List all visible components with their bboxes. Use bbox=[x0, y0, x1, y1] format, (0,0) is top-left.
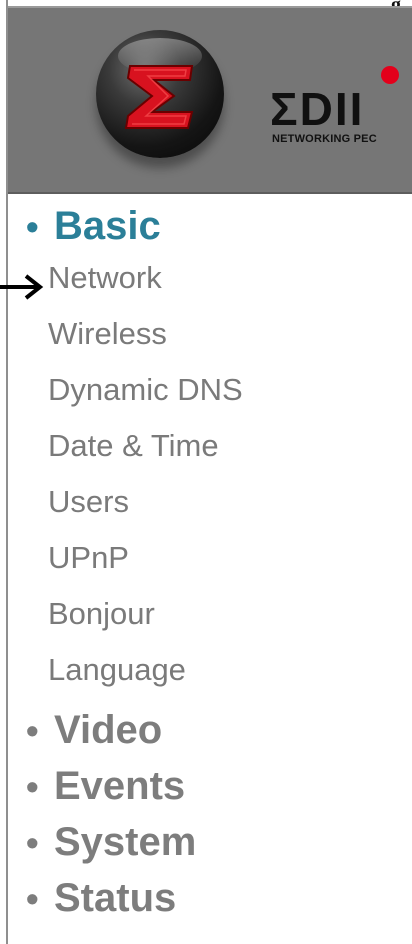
menu-item-wireless[interactable]: Wireless bbox=[48, 318, 167, 349]
menu-section-label: Status bbox=[54, 876, 177, 920]
side-menu: • Basic Network Wireless Dynamic DNS Date… bbox=[8, 196, 412, 944]
menu-section-label: Basic bbox=[54, 204, 161, 248]
bullet-icon: • bbox=[26, 822, 39, 863]
menu-section-label: Video bbox=[54, 708, 163, 752]
menu-section-label: Events bbox=[54, 764, 186, 808]
brand-red-dot bbox=[381, 66, 399, 84]
menu-item-dynamic-dns[interactable]: Dynamic DNS bbox=[48, 374, 243, 405]
menu-item-users[interactable]: Users bbox=[48, 486, 129, 517]
bullet-icon: • bbox=[26, 206, 39, 247]
bullet-icon: • bbox=[26, 766, 39, 807]
edimax-sigma-sphere-icon[interactable] bbox=[96, 30, 224, 158]
brand-banner: ΣDII NETWORKING PEC bbox=[8, 8, 412, 194]
menu-item-network[interactable]: Network bbox=[48, 262, 162, 293]
menu-section-events[interactable]: • Events bbox=[26, 766, 185, 806]
menu-item-upnp[interactable]: UPnP bbox=[48, 542, 129, 573]
menu-item-date-time[interactable]: Date & Time bbox=[48, 430, 219, 461]
menu-item-bonjour[interactable]: Bonjour bbox=[48, 598, 155, 629]
menu-section-system[interactable]: • System bbox=[26, 822, 196, 862]
brand-tagline: NETWORKING PEC bbox=[272, 133, 377, 145]
menu-item-language[interactable]: Language bbox=[48, 654, 186, 685]
right-arrow-icon bbox=[0, 274, 44, 300]
bullet-icon: • bbox=[26, 878, 39, 919]
menu-section-video[interactable]: • Video bbox=[26, 710, 162, 750]
bullet-icon: • bbox=[26, 710, 39, 751]
brand-wordmark: ΣDII bbox=[270, 83, 365, 135]
menu-section-status[interactable]: • Status bbox=[26, 878, 176, 918]
menu-section-label: System bbox=[54, 820, 197, 864]
sigma-glyph-icon bbox=[124, 65, 194, 129]
menu-section-basic[interactable]: • Basic bbox=[26, 206, 161, 246]
settings-page: g ΣDII NETWORKING PEC •Basic Network Wir… bbox=[0, 0, 412, 944]
